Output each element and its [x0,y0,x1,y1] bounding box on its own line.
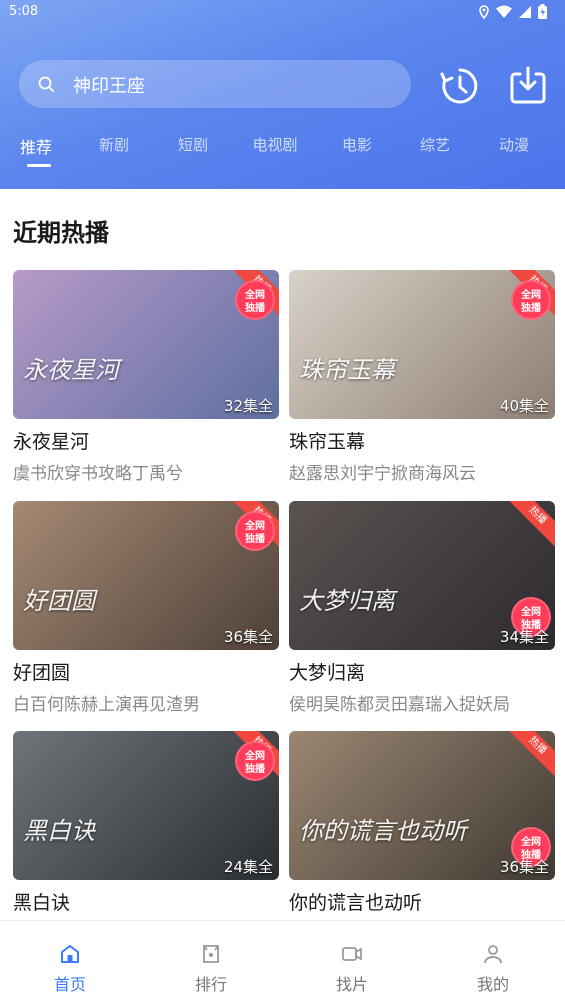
poster-logo: 大梦归离 [299,587,395,615]
status-icons [478,4,547,19]
tab-recommend[interactable]: 推荐 [6,134,66,158]
ranking-icon [203,945,219,963]
network-badge-line2: 独播 [245,764,265,775]
signal-icon [519,5,531,18]
header: 5:08 神印王座 推荐 新剧 短剧 电视剧 电影 综艺 动漫 [0,0,565,189]
search-input[interactable]: 神印王座 [73,72,145,98]
section-title: 近期热播 [13,219,109,247]
nav-home[interactable]: 首页 [30,943,110,995]
tab-tv-series[interactable]: 电视剧 [245,134,305,155]
show-title[interactable]: 大梦归离 [289,658,555,685]
nav-ranking-label: 排行 [194,975,227,994]
show-title[interactable]: 你的谎言也动听 [289,888,555,915]
network-badge-line1: 全网 [521,290,541,301]
network-badge-line1: 全网 [245,290,265,301]
show-card[interactable]: 你的谎言也动听 热播 全网 独播 36集全 你的谎言也动听 [289,731,555,915]
nav-find-label: 找片 [335,975,368,994]
network-badge-line2: 独播 [245,534,265,545]
network-badge-line1: 全网 [521,607,541,618]
nav-home-label: 首页 [53,975,86,994]
show-subtitle: 虞书欣穿书攻略丁禹兮 [13,464,183,484]
battery-icon [538,4,547,19]
poster-image[interactable]: 大梦归离 热播 全网 独播 34集全 [289,501,555,650]
poster-logo: 好团圆 [23,587,95,615]
poster-logo: 黑白诀 [23,817,95,845]
network-badge-line2: 独播 [521,303,541,314]
tab-new-drama[interactable]: 新剧 [84,134,144,155]
show-card[interactable]: 好团圆热播全网独播36集全好团圆白百何陈赫上演再见渣男 [13,501,279,715]
poster-image[interactable]: 珠帘玉幕热播全网独播40集全 [289,270,555,419]
episode-count: 40集全 [499,397,549,415]
poster-logo: 永夜星河 [23,356,119,384]
network-exclusive-badge: 全网 独播 [235,741,275,781]
episode-count: 34集全 [499,628,549,646]
tab-short-drama[interactable]: 短剧 [163,134,223,155]
network-exclusive-badge: 全网 独播 [235,511,275,551]
network-exclusive-badge: 全网 独播 [511,280,551,320]
location-icon [479,4,489,19]
show-card[interactable]: 大梦归离 热播 全网 独播 34集全 大梦归离 侯明昊陈都灵田嘉瑞入捉妖局 [289,501,555,715]
poster-image[interactable]: 你的谎言也动听 热播 全网 独播 36集全 [289,731,555,880]
show-card[interactable]: 黑白诀热播全网独播24集全黑白诀 [13,731,279,915]
show-card[interactable]: 永夜星河热播全网独播32集全永夜星河虞书欣穿书攻略丁禹兮 [13,270,279,484]
nav-mine-label: 我的 [476,975,509,994]
network-exclusive-badge: 全网 独播 [235,280,275,320]
episode-count: 32集全 [223,397,273,415]
poster-image[interactable]: 好团圆热播全网独播36集全 [13,501,279,650]
show-title[interactable]: 黑白诀 [13,888,279,915]
show-title[interactable]: 好团圆 [13,658,279,685]
show-title[interactable]: 永夜星河 [13,427,279,454]
download-icon[interactable] [508,65,548,105]
episode-count: 24集全 [223,858,273,876]
poster-image[interactable]: 黑白诀热播全网独播24集全 [13,731,279,880]
episode-count: 36集全 [223,628,273,646]
nav-find[interactable]: 找片 [312,943,392,995]
status-bar: 5:08 [0,0,565,26]
poster-image[interactable]: 永夜星河热播全网独播32集全 [13,270,279,419]
active-tab-indicator [27,164,51,167]
history-icon[interactable] [440,66,480,106]
episode-count: 36集全 [499,858,549,876]
bottom-nav: 首页 排行 找片 我的 [0,920,565,1004]
tab-anime[interactable]: 动漫 [484,134,544,155]
category-tabs: 推荐 新剧 短剧 电视剧 电影 综艺 动漫 [0,134,565,174]
show-subtitle: 赵露思刘宇宁掀商海风云 [289,464,476,484]
show-subtitle: 白百何陈赫上演再见渣男 [13,695,200,715]
show-card[interactable]: 珠帘玉幕热播全网独播40集全珠帘玉幕赵露思刘宇宁掀商海风云 [289,270,555,484]
video-icon [342,947,362,961]
search-icon [38,76,54,92]
network-badge-line2: 独播 [245,303,265,314]
nav-ranking[interactable]: 排行 [171,943,251,995]
tab-variety[interactable]: 综艺 [405,134,465,155]
nav-mine[interactable]: 我的 [453,943,533,995]
poster-logo: 你的谎言也动听 [299,817,467,845]
show-subtitle: 侯明昊陈都灵田嘉瑞入捉妖局 [289,695,510,715]
poster-logo: 珠帘玉幕 [299,356,395,384]
search-bar[interactable]: 神印王座 [19,60,411,108]
network-badge-line1: 全网 [521,837,541,848]
home-icon [61,945,79,963]
tab-movies[interactable]: 电影 [327,134,387,155]
show-title[interactable]: 珠帘玉幕 [289,427,555,454]
status-time: 5:08 [9,4,39,19]
wifi-icon [496,5,512,18]
network-badge-line1: 全网 [245,521,265,532]
network-badge-line1: 全网 [245,751,265,762]
user-icon [484,945,502,964]
